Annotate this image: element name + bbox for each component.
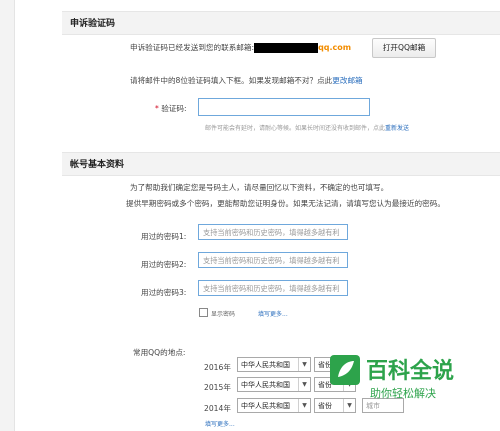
verify-section-header: 申诉验证码 (62, 11, 500, 35)
country-value: 中华人民共和国 (241, 402, 290, 410)
location-country-2014-select[interactable]: 中华人民共和国 ▼ (237, 398, 311, 413)
redacted-email (254, 43, 319, 53)
show-password-label: 显示密码 (211, 311, 236, 318)
watermark: 百科全说 助你轻松解决 (330, 355, 500, 405)
watermark-brand: 百科全说 (366, 358, 454, 384)
location-year-2015: 2015年 (204, 383, 231, 392)
change-mail-link[interactable]: 更改邮箱 (332, 76, 362, 85)
resend-link[interactable]: 重新发送 (385, 125, 409, 132)
more-locations-link[interactable]: 填写更多... (205, 419, 235, 428)
resend-hint: 邮件可能会有延时，请耐心等候。如果长时间还没有收到邮件，点此重新发送 (205, 123, 409, 132)
code-label-text: 验证码: (161, 104, 187, 113)
watermark-logo: 百科全说 助你轻松解决 (330, 355, 454, 400)
email-domain: qq.com (318, 43, 352, 52)
account-section-header: 帐号基本资料 (62, 152, 500, 176)
required-mark: * (155, 104, 159, 113)
open-qq-mail-button[interactable]: 打开QQ邮箱 (372, 38, 436, 58)
email-sent-text: 申诉验证码已经发送到您的联系邮箱: qq.com (130, 42, 351, 53)
location-year-2014: 2014年 (204, 404, 231, 413)
country-value: 中华人民共和国 (241, 381, 290, 389)
chevron-down-icon: ▼ (298, 399, 310, 412)
intro-line-2: 提供早期密码或多个密码，更能帮助您证明身份。如果无法记清，请填写您认为最接近的密… (126, 199, 445, 208)
chevron-down-icon: ▼ (298, 358, 310, 371)
location-year-2016: 2016年 (204, 363, 231, 372)
left-sidebar-strip (0, 0, 15, 431)
verification-code-input[interactable] (198, 98, 370, 116)
password-1-input[interactable]: 支持当前密码和历史密码，填得越多越有利 (198, 224, 348, 240)
account-section-title: 帐号基本资料 (70, 160, 125, 170)
password-3-label: 用过的密码3: (141, 288, 187, 297)
location-country-2016-select[interactable]: 中华人民共和国 ▼ (237, 357, 311, 372)
password-2-label: 用过的密码2: (141, 260, 187, 269)
instruction-text: 请将邮件中的8位验证码填入下框。如果发现邮箱不对？点此更改邮箱 (130, 75, 363, 86)
watermark-tagline: 助你轻松解决 (370, 386, 436, 400)
password-1-label: 用过的密码1: (141, 232, 187, 241)
more-passwords-link[interactable]: 填写更多... (258, 309, 288, 318)
location-country-2015-select[interactable]: 中华人民共和国 ▼ (237, 377, 311, 392)
show-password-checkbox[interactable] (199, 308, 208, 317)
resend-hint-copy: 邮件可能会有延时，请耐心等候。如果长时间还没有收到邮件，点此 (205, 125, 386, 132)
code-label: * 验证码: (155, 103, 187, 114)
email-sent-prefix: 申诉验证码已经发送到您的联系邮箱: (130, 43, 255, 52)
location-label: 常用QQ的地点: (133, 348, 186, 357)
chevron-down-icon: ▼ (298, 378, 310, 391)
country-value: 中华人民共和国 (241, 361, 290, 369)
password-2-input[interactable]: 支持当前密码和历史密码，填得越多越有利 (198, 252, 348, 268)
verify-section-title: 申诉验证码 (70, 19, 116, 29)
intro-line-1: 为了帮助我们确定您是号码主人，请尽量回忆以下资料，不确定的也可填写。 (130, 183, 389, 192)
password-3-input[interactable]: 支持当前密码和历史密码，填得越多越有利 (198, 280, 348, 296)
instruction-copy: 请将邮件中的8位验证码填入下框。如果发现邮箱不对？点此 (130, 76, 333, 85)
